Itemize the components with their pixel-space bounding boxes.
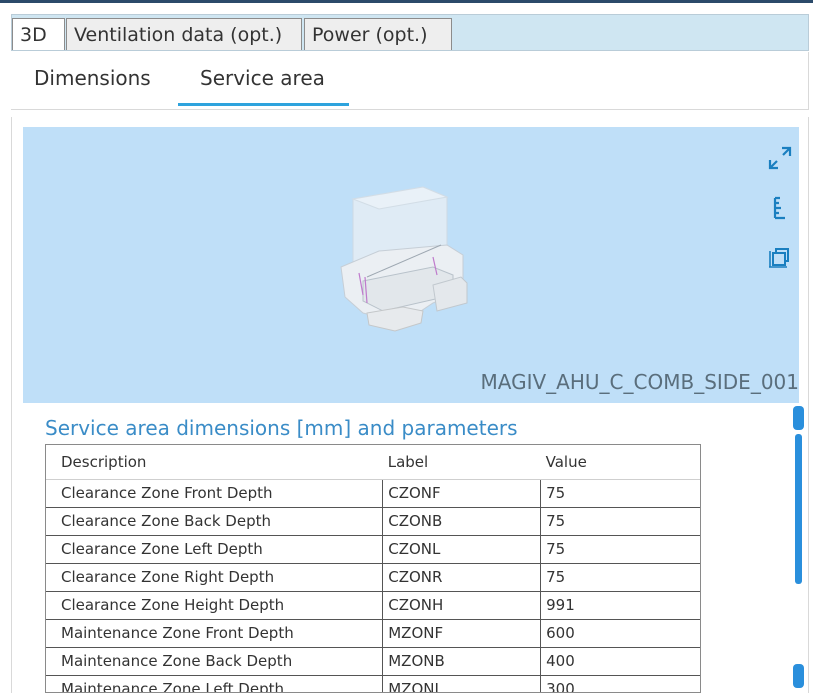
cell-description: Maintenance Zone Back Depth [46, 646, 384, 676]
subtab-service-area[interactable]: Service area [200, 66, 325, 90]
active-subtab-indicator [178, 103, 349, 106]
column-header-value[interactable]: Value [540, 445, 700, 480]
cell-label: CZONR [382, 562, 542, 592]
column-header-label[interactable]: Label [382, 445, 541, 480]
cell-description: Clearance Zone Front Depth [46, 478, 384, 508]
cell-label: MZONF [382, 618, 542, 648]
cell-label: CZONL [382, 534, 542, 564]
cell-label: CZONB [382, 506, 542, 536]
scrollbar-thumb[interactable] [795, 434, 802, 584]
cell-value[interactable]: 991 [540, 590, 700, 620]
cell-label: CZONH [382, 590, 542, 620]
service-area-panel: MAGIV_AHU_C_COMB_SIDE_001 Service area d… [11, 117, 809, 693]
parameters-table: Description Label Value Clearance Zone F… [45, 444, 701, 693]
scrollbar-down-handle[interactable] [793, 664, 804, 688]
cell-description: Clearance Zone Back Depth [46, 506, 384, 536]
tab-power[interactable]: Power (opt.) [304, 18, 452, 50]
cell-value[interactable]: 300 [540, 674, 700, 692]
expand-icon[interactable] [766, 145, 794, 176]
vertical-scrollbar[interactable] [793, 406, 804, 689]
ruler-icon[interactable] [766, 195, 794, 226]
cell-description: Clearance Zone Height Depth [46, 590, 384, 620]
cell-value[interactable]: 75 [540, 506, 700, 536]
table-row[interactable]: Clearance Zone Back Depth CZONB 75 [46, 506, 700, 536]
layers-icon[interactable] [766, 245, 794, 276]
cell-value[interactable]: 600 [540, 618, 700, 648]
table-row[interactable]: Maintenance Zone Back Depth MZONB 400 [46, 646, 700, 676]
section-title: Service area dimensions [mm] and paramet… [45, 416, 518, 440]
cell-value[interactable]: 75 [540, 478, 700, 508]
subtab-bar: Dimensions Service area [11, 52, 809, 110]
window-top-border [0, 0, 813, 8]
table-row[interactable]: Maintenance Zone Front Depth MZONF 600 [46, 618, 700, 648]
cell-description: Maintenance Zone Front Depth [46, 618, 384, 648]
table-header-row: Description Label Value [46, 445, 700, 480]
cell-value[interactable]: 75 [540, 562, 700, 592]
table-row[interactable]: Clearance Zone Front Depth CZONF 75 [46, 478, 700, 508]
scrollbar-up-handle[interactable] [793, 406, 804, 430]
main-tabstrip: 3D Ventilation data (opt.) Power (opt.) [11, 14, 809, 51]
cell-value[interactable]: 400 [540, 646, 700, 676]
cell-value[interactable]: 75 [540, 534, 700, 564]
cell-label: MZONL [382, 674, 542, 692]
table-row[interactable]: Clearance Zone Height Depth CZONH 991 [46, 590, 700, 620]
cell-label: CZONF [382, 478, 542, 508]
table-row[interactable]: Clearance Zone Right Depth CZONR 75 [46, 562, 700, 592]
model-name-label: MAGIV_AHU_C_COMB_SIDE_001 [480, 370, 799, 394]
cell-label: MZONB [382, 646, 542, 676]
cell-description: Clearance Zone Right Depth [46, 562, 384, 592]
cell-description: Maintenance Zone Left Depth [46, 674, 384, 692]
tab-ventilation-data[interactable]: Ventilation data (opt.) [66, 18, 302, 50]
cell-description: Clearance Zone Left Depth [46, 534, 384, 564]
column-header-description[interactable]: Description [46, 445, 383, 480]
3d-viewer[interactable]: MAGIV_AHU_C_COMB_SIDE_001 [23, 127, 799, 403]
subtab-dimensions[interactable]: Dimensions [34, 66, 151, 90]
ahu-3d-model[interactable] [23, 127, 799, 403]
table-row[interactable]: Maintenance Zone Left Depth MZONL 300 [46, 674, 700, 692]
tab-3d[interactable]: 3D [12, 18, 65, 50]
table-row[interactable]: Clearance Zone Left Depth CZONL 75 [46, 534, 700, 564]
